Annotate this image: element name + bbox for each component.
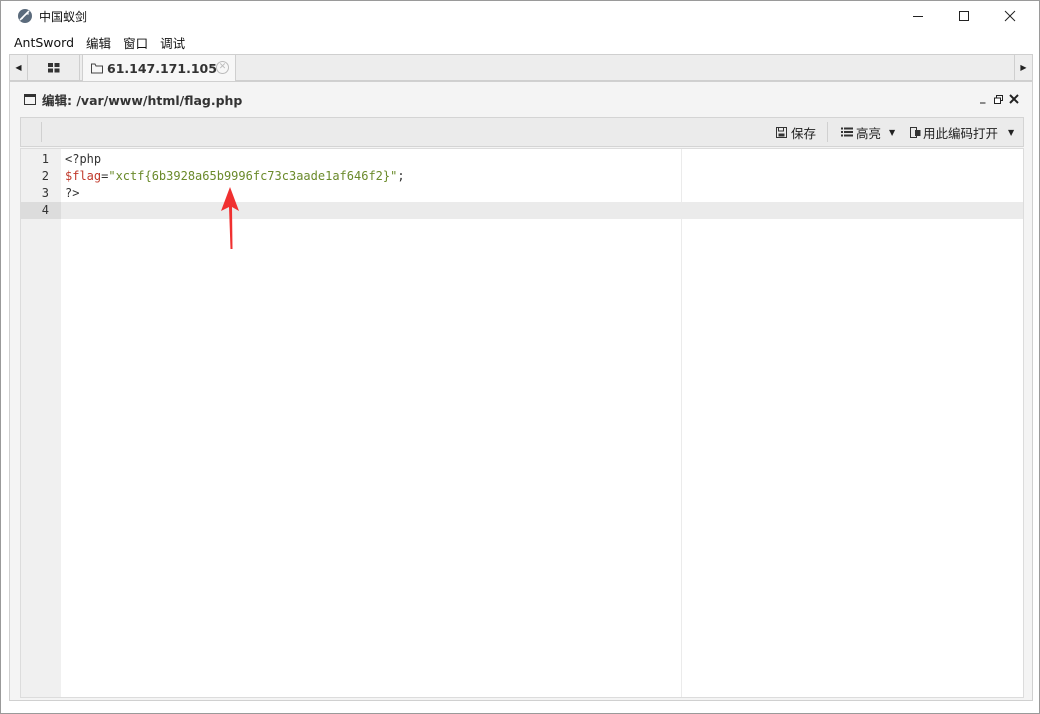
code-line[interactable]: 2 $flag="xctf{6b3928a65b9996fc73c3aade1a… [21, 168, 1023, 185]
tab-bar: ◀ 61.147.171.105 ✕ ▶ [9, 54, 1033, 81]
line-number: 1 [41, 152, 49, 166]
editor-window: 编辑: /var/www/html/flag.php _ 保存 高亮 ▼ 用此编… [9, 81, 1033, 701]
triangle-right-icon: ▶ [1020, 63, 1027, 72]
code-editor[interactable]: 1 <?php 2 $flag="xctf{6b3928a65b9996fc73… [20, 148, 1024, 698]
floppy-disk-icon [776, 126, 787, 138]
window-icon [24, 93, 36, 105]
flag-string: "xctf{6b3928a65b9996fc73c3aade1af646f2}" [108, 169, 398, 183]
editor-title: 编辑: /var/www/html/flag.php [42, 92, 243, 108]
annotation-arrow-icon [221, 187, 239, 249]
editor-header: 编辑: /var/www/html/flag.php [10, 82, 1032, 116]
menu-window[interactable]: 窗口 [123, 33, 148, 52]
code-text: <?php [65, 151, 101, 168]
line-number: 4 [21, 202, 61, 219]
grid-icon [47, 62, 59, 72]
close-icon [1004, 10, 1016, 22]
triangle-left-icon: ◀ [15, 63, 22, 72]
folder-icon [91, 63, 103, 73]
caret-down-icon: ▼ [1008, 127, 1015, 137]
code-line[interactable]: 1 <?php [21, 151, 1023, 168]
code-token: ; [397, 169, 405, 183]
code-line-active[interactable]: 4 [21, 202, 1023, 219]
highlight-dropdown[interactable]: 高亮 ▼ [841, 118, 895, 146]
menu-edit[interactable]: 编辑 [86, 33, 111, 52]
save-label: 保存 [791, 125, 817, 141]
file-encoding-icon [910, 126, 921, 138]
antsword-logo-icon [18, 9, 32, 23]
menu-debug[interactable]: 调试 [160, 33, 185, 52]
minimize-icon [913, 16, 923, 17]
open-with-encoding-dropdown[interactable]: 用此编码打开 ▼ [910, 118, 1014, 146]
minimize-button[interactable] [895, 1, 941, 31]
print-margin [681, 149, 682, 697]
tab-host[interactable]: 61.147.171.105 ✕ [82, 55, 236, 81]
highlight-label: 高亮 [856, 125, 882, 141]
code-line[interactable]: 3 ?> [21, 185, 1023, 202]
editor-restore-icon[interactable] [994, 95, 1003, 104]
code-text: ?> [65, 185, 79, 202]
list-icon [841, 127, 853, 137]
close-button[interactable] [987, 1, 1033, 31]
menu-bar: AntSword 编辑 窗口 调试 [1, 31, 1039, 53]
menu-antsword[interactable]: AntSword [14, 35, 74, 50]
editor-toolbar: 保存 高亮 ▼ 用此编码打开 ▼ [20, 117, 1024, 147]
toolbar-divider [41, 122, 42, 142]
title-bar: 中国蚁剑 [1, 1, 1039, 31]
maximize-button[interactable] [941, 1, 987, 31]
editor-close-icon[interactable] [1009, 94, 1019, 104]
code-token: $flag [65, 169, 102, 183]
app-window: 中国蚁剑 AntSword 编辑 窗口 调试 ◀ 61.147.171.105 … [0, 0, 1040, 714]
tab-scroll-left-button[interactable]: ◀ [10, 55, 28, 80]
window-title: 中国蚁剑 [39, 10, 88, 24]
tab-home[interactable] [28, 55, 80, 80]
line-number: 3 [41, 186, 49, 200]
line-number: 2 [41, 169, 49, 183]
save-button[interactable]: 保存 [776, 118, 816, 146]
code-token: ?> [65, 186, 80, 200]
tab-close-icon[interactable]: ✕ [216, 61, 229, 74]
code-text: $flag="xctf{6b3928a65b9996fc73c3aade1af6… [65, 168, 405, 185]
editor-minimize-icon[interactable]: _ [980, 91, 986, 104]
tab-scroll-right-button[interactable]: ▶ [1014, 55, 1032, 80]
open-with-encoding-label: 用此编码打开 [923, 125, 999, 141]
caret-down-icon: ▼ [889, 127, 896, 137]
line-number-gutter [21, 149, 61, 697]
tab-host-label: 61.147.171.105 [107, 60, 217, 76]
code-token: <?php [65, 152, 102, 166]
maximize-icon [959, 11, 969, 21]
toolbar-divider [827, 122, 828, 142]
